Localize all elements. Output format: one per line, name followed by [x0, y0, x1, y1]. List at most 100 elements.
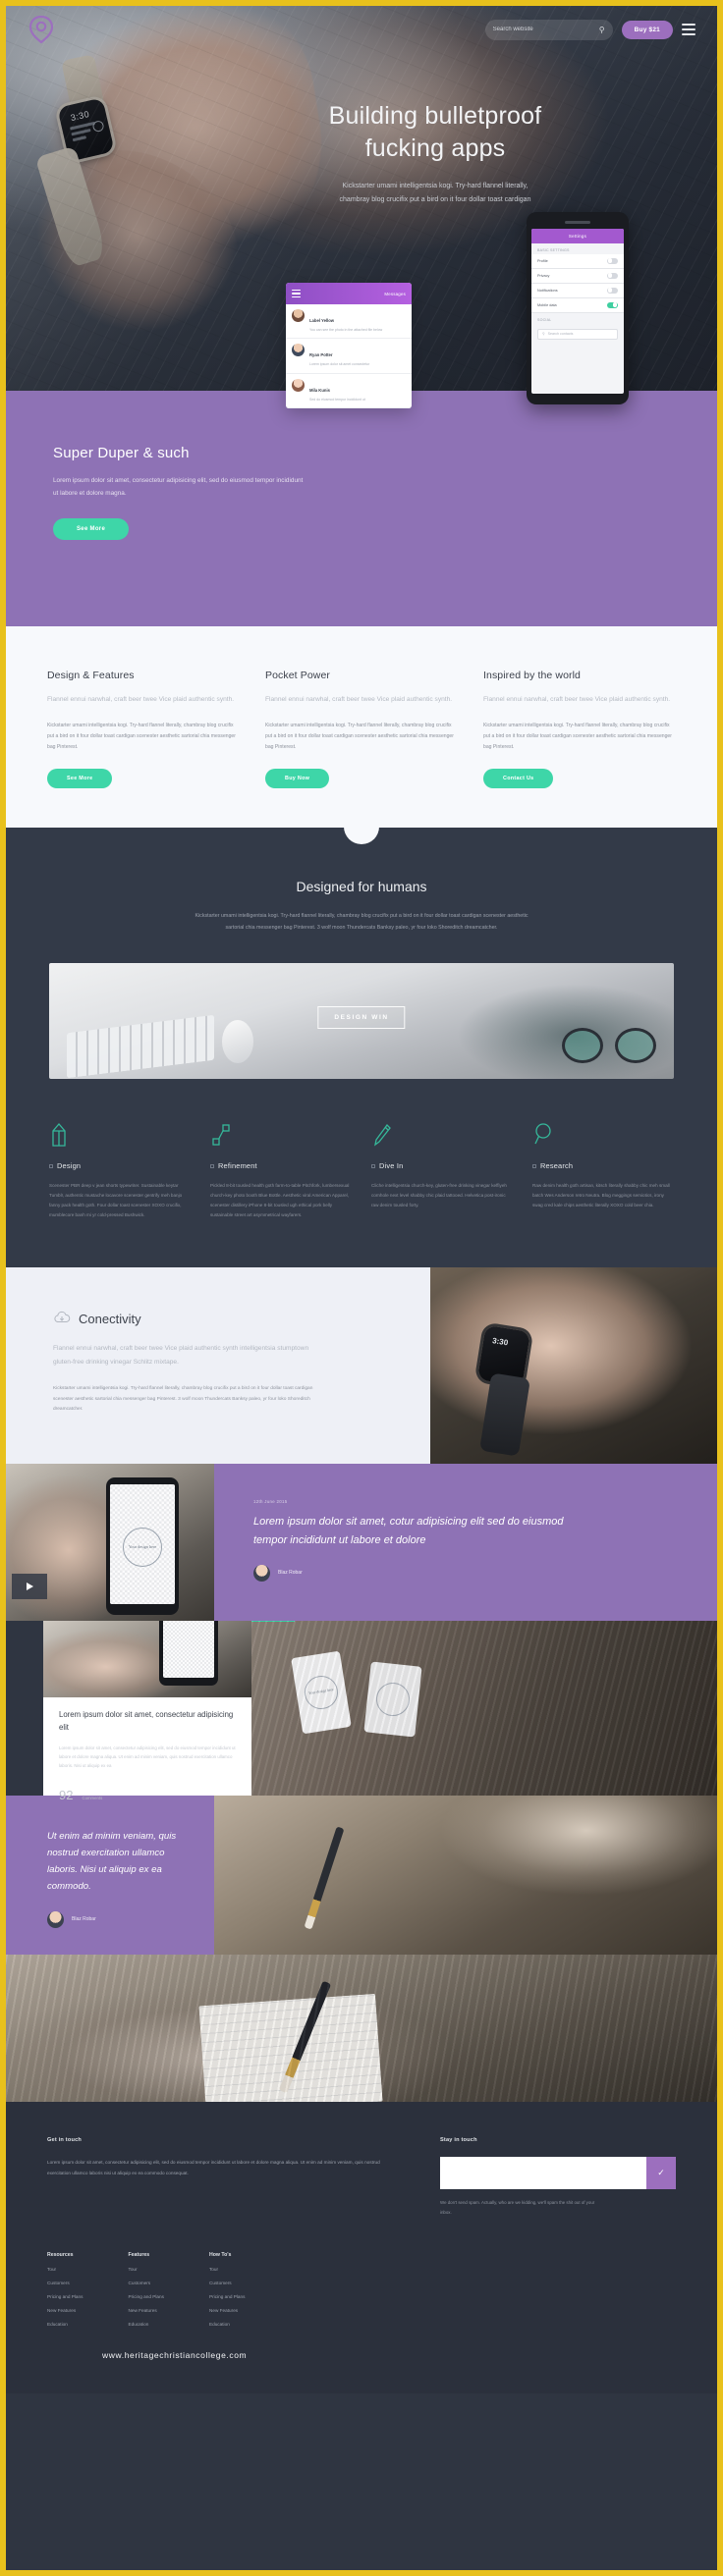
phone-setting-row[interactable]: Profile — [531, 253, 624, 269]
footer-column-title: How To's — [208, 2251, 232, 2258]
feature-item-title: Refinement — [210, 1161, 352, 1170]
site-footer: Get in touch Lorem ipsum dolor sit amet,… — [6, 2102, 717, 2393]
comment-label: Comments — [82, 1796, 103, 1801]
footer-link[interactable]: Education — [47, 2322, 83, 2327]
footer-link[interactable]: Pricing and Plans — [47, 2294, 83, 2299]
designed-for-humans-section: Designed for humans Kickstarter umami in… — [6, 826, 717, 1079]
hamburger-menu-icon[interactable] — [292, 290, 301, 297]
newsletter-submit-button[interactable]: ✓ — [646, 2157, 676, 2190]
super-duper-see-more-button[interactable]: See More — [53, 517, 130, 540]
phone-setting-label: Notifications — [537, 288, 558, 293]
spam-note: We don't send spam. Actually, who are we… — [440, 2200, 595, 2215]
footer-link[interactable]: New Features — [209, 2308, 245, 2313]
pencil-icon — [49, 1122, 191, 1148]
feature-column-button[interactable]: Buy Now — [265, 768, 330, 788]
phone-toggle[interactable] — [607, 257, 618, 264]
footer-link[interactable]: Customers — [47, 2281, 83, 2285]
get-in-touch-block: Get in touch Lorem ipsum dolor sit amet,… — [47, 2137, 401, 2217]
search-box[interactable]: ⚲ — [484, 19, 613, 40]
chat-messages-mockup: Messages Label Yellow You can see the ph… — [286, 283, 412, 408]
chat-header: Messages — [286, 283, 412, 304]
feature-item-title: Design — [49, 1161, 191, 1170]
post-meta: 92 Comments — [59, 1788, 236, 1802]
page-frame: 3:30 ⚲ Buy $21 Building bul — [6, 6, 717, 2570]
watch-band — [478, 1372, 531, 1458]
buy-button[interactable]: Buy $21 — [621, 20, 673, 39]
chat-name: Ryan Potter — [309, 352, 333, 358]
footer-link[interactable]: Tour — [47, 2267, 83, 2272]
feature-column: Design & Features Flannel ennui narwhal,… — [47, 670, 240, 788]
conectivity-section: Conectivity Flannel ennui narwhal, craft… — [6, 1267, 717, 1465]
post-image — [43, 1621, 251, 1698]
conectivity-lead: Flannel ennui narwhal, craft beer twee V… — [53, 1345, 309, 1366]
design-win-button[interactable]: DESIGN WIN — [317, 1006, 406, 1029]
footer-bottom-spacer — [47, 2360, 676, 2393]
chat-row[interactable]: Mila Kunis Sed do eiusmod tempor incidid… — [286, 374, 412, 408]
feature-item: Design Scenester PBR deep v jean shorts … — [49, 1122, 191, 1220]
search-icon[interactable]: ⚲ — [599, 26, 605, 34]
footer-column-title: Resources — [47, 2251, 74, 2258]
testimonial-two-section: Ut enim ad minim veniam, quis nostrud ex… — [6, 1796, 717, 1956]
post-side-photo: Latest News Your design here — [251, 1621, 717, 1797]
newsletter-email-input[interactable] — [440, 2157, 646, 2190]
search-input[interactable] — [492, 27, 595, 32]
humans-subtitle-line1: Kickstarter umami intelligentsia kogi. T… — [195, 912, 528, 919]
feature-item: Research Raw denim health goth artisan, … — [532, 1122, 674, 1220]
phone-toggle[interactable] — [607, 301, 618, 308]
post-excerpt: Lorem ipsum dolor sit amet, consectetur … — [59, 1745, 236, 1769]
play-icon[interactable] — [12, 1574, 47, 1600]
phone-titlebar: Settings — [531, 228, 624, 243]
chat-row[interactable]: Ryan Potter Lorem ipsum dolor sit amet c… — [286, 339, 412, 374]
phone-settings-mockup: Settings BASIC SETTINGS Profile Privacy … — [527, 212, 629, 404]
pen-image — [304, 1826, 345, 1930]
footer-link-columns: Resources Tour Customers Pricing and Pla… — [47, 2252, 676, 2327]
square-bullet-icon — [210, 1163, 214, 1168]
feature-column-title: Inspired by the world — [483, 670, 581, 681]
phone-setting-row[interactable]: Privacy — [531, 268, 624, 284]
super-duper-text: Super Duper & such Lorem ipsum dolor sit… — [6, 391, 330, 540]
phone-toggle[interactable] — [607, 287, 618, 294]
footer-link[interactable]: Tour — [209, 2267, 245, 2272]
nav-right-group: ⚲ Buy $21 — [484, 19, 695, 40]
phone-toggle[interactable] — [607, 272, 618, 279]
feature-column-title: Design & Features — [47, 670, 135, 681]
feature-column: Pocket Power Flannel ennui narwhal, craf… — [265, 670, 458, 788]
footer-link[interactable]: Education — [209, 2322, 245, 2327]
features-columns-section: Design & Features Flannel ennui narwhal,… — [6, 626, 717, 828]
post-card[interactable]: Lorem ipsum dolor sit amet, consectetur … — [43, 1621, 251, 1802]
feature-column-button[interactable]: See More — [47, 768, 113, 788]
footer-link[interactable]: New Features — [128, 2308, 163, 2313]
feature-column-lead: Flannel ennui narwhal, craft beer twee V… — [265, 696, 453, 703]
phone-search-field[interactable]: ⚲ Search contacts — [537, 328, 618, 340]
hero-subtitle: Kickstarter umami intelligentsia kogi. T… — [153, 180, 717, 208]
footer-link[interactable]: Tour — [128, 2267, 163, 2272]
footer-link[interactable]: Pricing and Plans — [209, 2294, 245, 2299]
mouse-image — [222, 1020, 253, 1063]
hamburger-menu-icon[interactable] — [682, 24, 695, 35]
phone-setting-label: Profile — [537, 258, 548, 263]
chat-row[interactable]: Label Yellow You can see the photo in th… — [286, 304, 412, 340]
top-navigation-bar: ⚲ Buy $21 — [6, 6, 717, 53]
phone-setting-row[interactable]: Mobile data — [531, 297, 624, 313]
pin-logo-icon[interactable] — [28, 14, 55, 45]
footer-link[interactable]: Customers — [128, 2281, 163, 2285]
super-duper-text-body: Lorem ipsum dolor sit amet, consectetur … — [53, 477, 304, 498]
phone-setting-row[interactable]: Notifications — [531, 283, 624, 298]
brush-icon — [371, 1122, 513, 1148]
avatar — [253, 1564, 270, 1582]
desk-photo: DESIGN WIN — [49, 963, 674, 1079]
pen-image — [278, 1981, 332, 2094]
footer-link[interactable]: Customers — [209, 2281, 245, 2285]
footer-link[interactable]: Pricing and Plans — [128, 2294, 163, 2299]
footer-link-column: Features Tour Customers Pricing and Plan… — [128, 2252, 163, 2327]
footer-link[interactable]: New Features — [47, 2308, 83, 2313]
chat-message: You can see the photo in the attached fi… — [309, 328, 383, 332]
footer-link[interactable]: Education — [128, 2322, 163, 2327]
hero-title: Building bulletproof fucking apps — [153, 100, 717, 165]
hero-text-block: Building bulletproof fucking apps Kickst… — [6, 100, 717, 208]
feature-column-button[interactable]: Contact Us — [483, 768, 554, 788]
feature-item-body: Pickled 8-bit tousled health goth farm-t… — [210, 1183, 350, 1218]
feature-item-label: Design — [57, 1161, 82, 1170]
newsletter-form: ✓ — [440, 2157, 676, 2190]
conectivity-text: Conectivity Flannel ennui narwhal, craft… — [6, 1267, 430, 1464]
